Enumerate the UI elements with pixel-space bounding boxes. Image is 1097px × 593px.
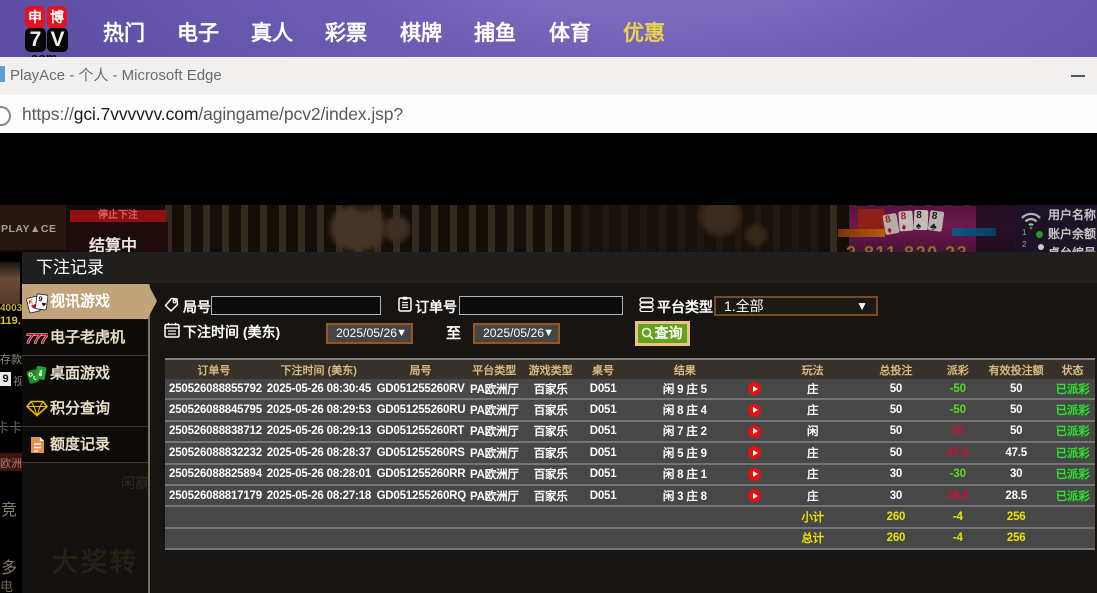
svg-text:777: 777 xyxy=(26,331,48,346)
